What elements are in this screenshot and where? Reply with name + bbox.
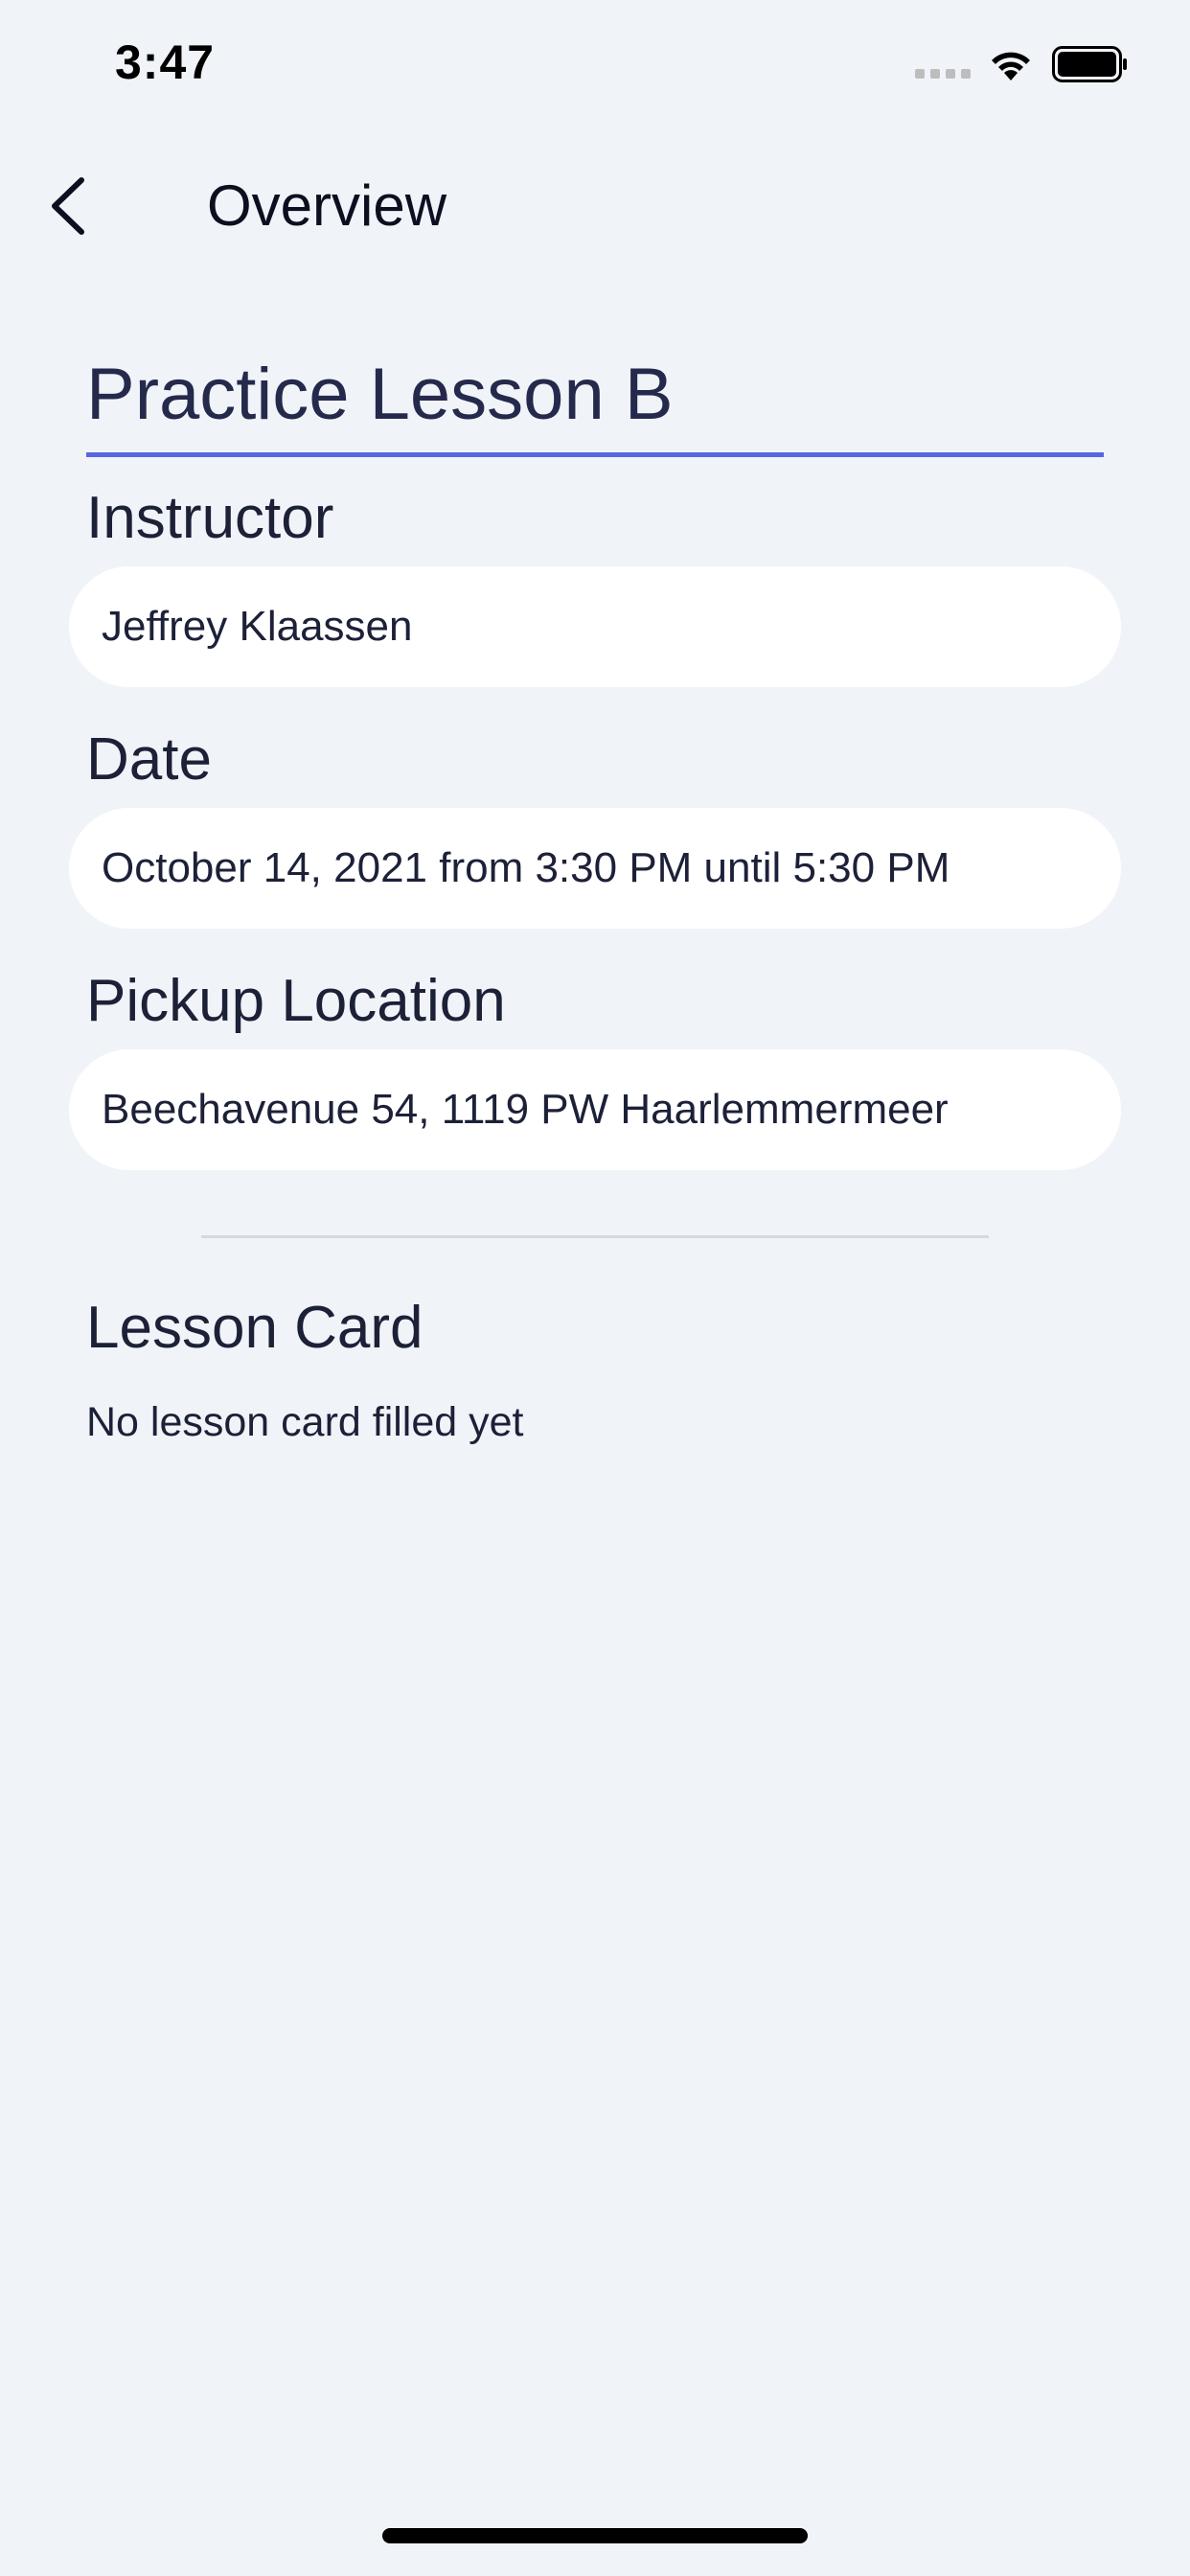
nav-header: Overview [0,144,1190,268]
section-divider [201,1235,989,1238]
lesson-title-input[interactable] [86,335,1104,452]
lesson-title-field [86,335,1104,457]
instructor-label: Instructor [86,485,334,551]
lesson-card-empty-text: No lesson card filled yet [86,1399,524,1445]
back-button[interactable] [34,172,102,240]
pickup-location-field[interactable]: Beechavenue 54, 1119 PW Haarlemmermeer [69,1049,1121,1170]
page-title: Overview [207,173,447,238]
signal-dots-icon [915,69,971,79]
chevron-left-icon [52,177,84,235]
home-indicator[interactable] [382,2528,808,2543]
pickup-location-value: Beechavenue 54, 1119 PW Haarlemmermeer [102,1086,949,1133]
date-label: Date [86,726,212,793]
instructor-field[interactable]: Jeffrey Klaassen [69,566,1121,687]
status-time: 3:47 [115,35,216,89]
battery-icon [1052,46,1127,82]
lesson-card-heading: Lesson Card [86,1295,423,1361]
date-value: October 14, 2021 from 3:30 PM until 5:30… [102,844,950,891]
status-bar: 3:47 [0,0,1190,129]
instructor-value: Jeffrey Klaassen [102,603,413,650]
wifi-icon [992,52,1030,80]
pickup-location-label: Pickup Location [86,968,506,1034]
date-field[interactable]: October 14, 2021 from 3:30 PM until 5:30… [69,808,1121,929]
